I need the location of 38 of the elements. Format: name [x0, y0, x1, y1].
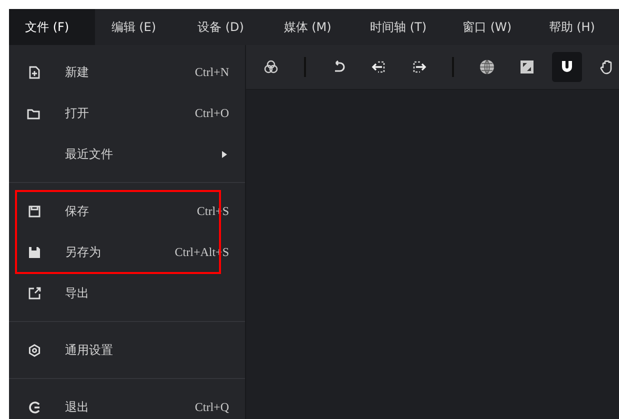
menu-item-label: 导出: [65, 285, 90, 302]
shortcut-text: Ctrl+Q: [194, 400, 229, 415]
menu-item[interactable]: 导出: [9, 273, 245, 314]
new-file-icon: [28, 66, 40, 79]
menu-bar-item[interactable]: 帮助 (H): [532, 9, 619, 45]
shortcut-text: Ctrl+N: [194, 65, 229, 80]
export-icon: [28, 287, 40, 300]
menu-bar-item[interactable]: 编辑 (E): [95, 9, 182, 45]
folder-icon: [27, 108, 41, 120]
arrow-out-icon: [411, 59, 427, 75]
menu-item[interactable]: 通用设置: [9, 330, 245, 371]
menu-bar-item[interactable]: 媒体 (M): [268, 9, 354, 45]
menu-item-label: 保存: [65, 203, 90, 220]
arrow-in-icon: [371, 59, 387, 75]
magnet-button[interactable]: [552, 52, 582, 82]
circles-icon: [263, 59, 279, 75]
menu-item-label: 通用设置: [65, 342, 114, 359]
fit-frame-icon: [519, 59, 535, 75]
shortcut-text: Ctrl+O: [194, 106, 229, 121]
magnet-icon: [559, 59, 575, 75]
settings-icon: [28, 344, 40, 357]
menu-item-label: 新建: [65, 64, 90, 81]
menu-bar-item[interactable]: 时间轴 (T): [354, 9, 447, 45]
save-as-icon: [28, 246, 40, 259]
menu-item[interactable]: 新建 Ctrl+N: [9, 52, 245, 93]
menu-item-label: 退出: [65, 399, 90, 416]
menu-item[interactable]: 退出 Ctrl+Q: [9, 387, 245, 419]
menu-bar-item[interactable]: 设备 (D): [182, 9, 268, 45]
menu-item[interactable]: 打开 Ctrl+O: [9, 93, 245, 134]
save-icon: [28, 205, 40, 218]
exit-icon: [28, 401, 40, 414]
menu-bar-item[interactable]: 文件 (F): [9, 9, 96, 45]
menu-item-label: 打开: [65, 105, 90, 122]
menu-item-label: 最近文件: [65, 146, 114, 163]
globe-icon: [479, 59, 495, 75]
menu-bar-item[interactable]: 窗口 (W): [446, 9, 533, 45]
menu-item[interactable]: 最近文件: [9, 134, 245, 175]
menu-item-label: 另存为: [65, 244, 102, 261]
